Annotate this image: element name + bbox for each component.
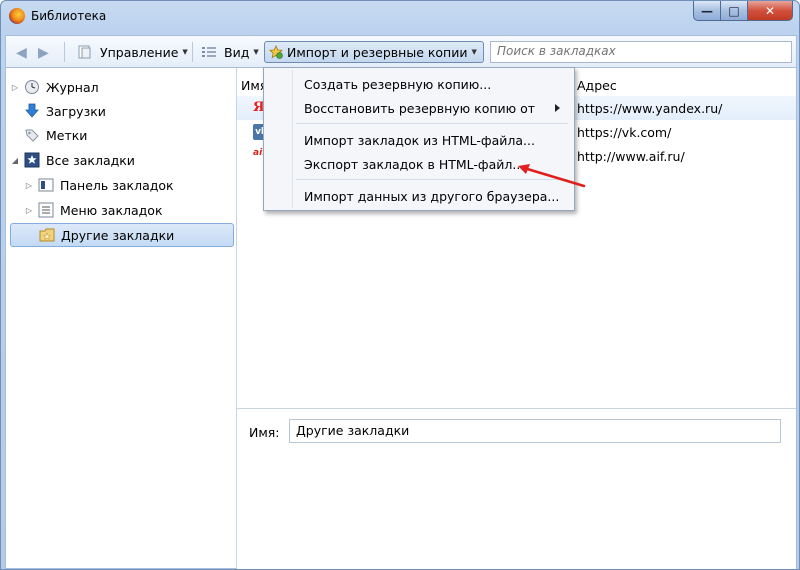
back-arrow-icon[interactable]: ◀ [16, 45, 27, 61]
tag-icon [24, 127, 40, 143]
window-title: Библиотека [31, 9, 107, 23]
toolbar-separator [192, 42, 193, 62]
collapse-triangle-icon[interactable]: ◢ [10, 156, 20, 165]
menu-item-label: Экспорт закладок в HTML-файл... [304, 157, 525, 172]
manage-label: Управление [100, 44, 179, 60]
menu-folder-icon [38, 202, 54, 218]
annotation-arrow-icon [518, 164, 586, 188]
menu-separator [296, 123, 568, 124]
toolbar-folder-icon [38, 177, 54, 193]
maximize-icon: □ [728, 3, 740, 18]
expand-triangle-icon[interactable]: ▷ [10, 83, 20, 92]
bookmark-url: https://www.yandex.ru/ [577, 101, 723, 116]
chevron-down-icon: ▼ [471, 48, 477, 56]
sidebar-item-label: Метки [46, 127, 88, 143]
sidebar-item-label: Панель закладок [60, 177, 174, 193]
expand-triangle-icon[interactable]: ▷ [24, 206, 34, 215]
sidebar-item-tags[interactable]: Метки [10, 124, 87, 146]
maximize-button[interactable]: □ [721, 1, 748, 21]
search-box[interactable] [490, 41, 793, 63]
sidebar-item-downloads[interactable]: Загрузки [10, 100, 106, 122]
import-backup-label: Импорт и резервные копии [287, 44, 468, 60]
bookmarks-star-icon [24, 152, 40, 168]
search-input[interactable] [491, 42, 793, 60]
minimize-button[interactable]: — [693, 1, 721, 21]
sidebar-item-label: Журнал [46, 79, 99, 95]
organize-icon [78, 45, 91, 59]
menu-item-create-backup[interactable]: Создать резервную копию... [264, 72, 574, 96]
sidebar-item-history[interactable]: ▷ Журнал [10, 76, 99, 98]
sidebar-item-label: Другие закладки [61, 227, 175, 243]
sidebar-item-bookmarks-menu[interactable]: ▷ Меню закладок [24, 199, 163, 221]
view-label: Вид [224, 44, 250, 60]
close-icon: ✕ [764, 3, 776, 18]
column-header-address[interactable]: Адрес [577, 78, 617, 93]
toolbar-separator [64, 42, 65, 62]
sidebar-tree: ▷ Журнал Загрузки Метки ◢ Все закладки ▷… [6, 68, 237, 568]
chevron-down-icon: ▼ [253, 48, 259, 56]
sidebar-item-all-bookmarks[interactable]: ◢ Все закладки [10, 149, 135, 171]
view-list-icon [202, 47, 216, 57]
chevron-down-icon: ▼ [182, 48, 188, 56]
expand-triangle-icon[interactable]: ▷ [24, 181, 34, 190]
title-bar: Библиотека — □ ✕ [1, 1, 799, 31]
sidebar-item-label: Загрузки [46, 103, 106, 119]
name-label: Имя: [249, 425, 280, 440]
submenu-arrow-icon [555, 104, 560, 112]
name-field[interactable]: Другие закладки [289, 419, 781, 443]
import-backup-button[interactable]: Импорт и резервные копии ▼ [264, 41, 484, 63]
forward-arrow-icon[interactable]: ▶ [38, 45, 49, 61]
details-pane: Имя: Другие закладки [237, 408, 796, 569]
close-button[interactable]: ✕ [748, 1, 793, 21]
menu-item-label: Импорт закладок из HTML-файла... [304, 133, 535, 148]
sidebar-item-other-bookmarks[interactable]: Другие закладки [10, 223, 234, 247]
firefox-icon [9, 8, 25, 24]
toolbar: ◀ ▶ Управление ▼ Вид ▼ Импорт и резервны… [5, 35, 797, 68]
bookmark-url: http://www.aif.ru/ [577, 149, 685, 164]
menu-item-import-html[interactable]: Импорт закладок из HTML-файла... [264, 128, 574, 152]
window-controls: — □ ✕ [693, 1, 793, 21]
menu-item-label: Создать резервную копию... [304, 77, 492, 92]
view-menu-button[interactable]: Вид ▼ [200, 42, 259, 62]
clock-icon [24, 79, 40, 95]
sidebar-item-label: Все закладки [46, 152, 135, 168]
menu-item-label: Восстановить резервную копию от [304, 101, 536, 116]
sidebar-item-label: Меню закладок [60, 202, 163, 218]
menu-item-restore-backup[interactable]: Восстановить резервную копию от [264, 96, 574, 120]
bookmark-url: https://vk.com/ [577, 125, 672, 140]
sidebar-item-bookmarks-toolbar[interactable]: ▷ Панель закладок [24, 174, 174, 196]
download-arrow-icon [24, 103, 40, 119]
folder-star-icon [39, 227, 55, 243]
minimize-icon: — [701, 3, 713, 18]
import-star-icon [269, 45, 283, 59]
manage-menu-button[interactable]: Управление ▼ [76, 42, 188, 62]
